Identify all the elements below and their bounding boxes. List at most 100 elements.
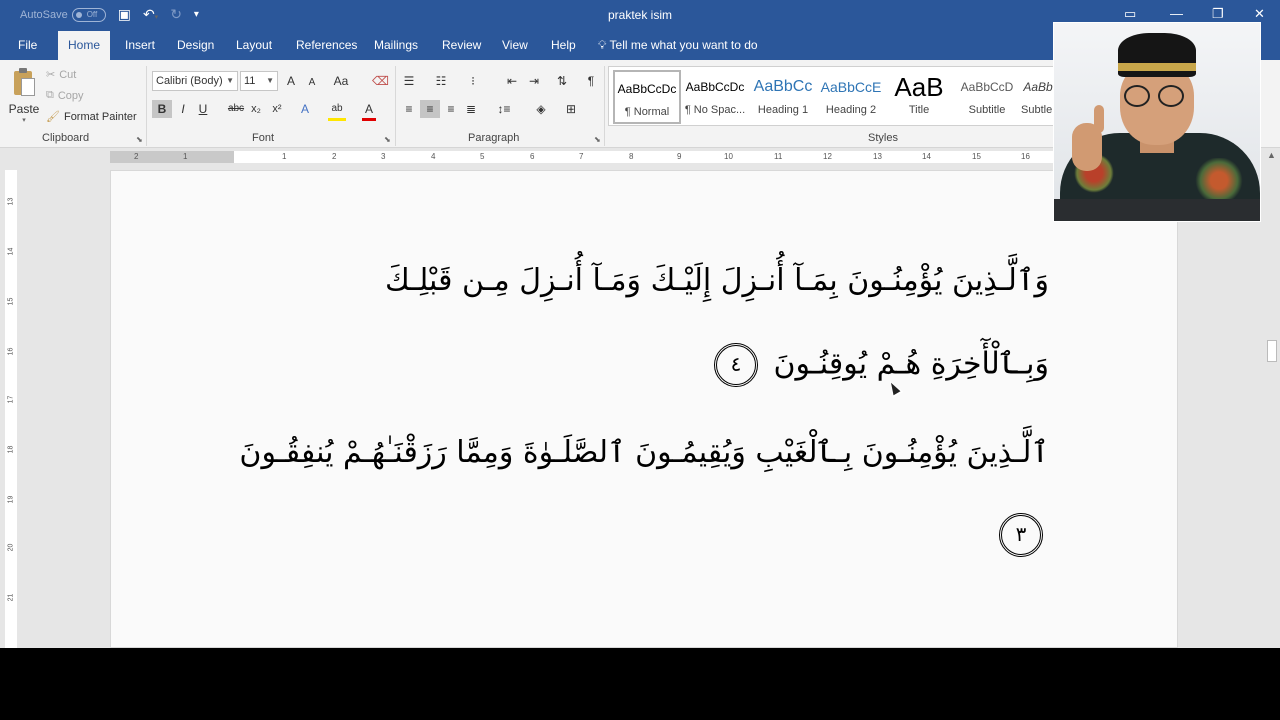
ruler-number: 7 xyxy=(579,152,584,161)
ruler-number: 15 xyxy=(972,152,981,161)
ruler-number: 11 xyxy=(774,152,783,161)
align-right-icon[interactable]: ≡ xyxy=(442,100,460,118)
vruler-number: 18 xyxy=(7,445,15,454)
cut-button[interactable]: ✂ Cut xyxy=(46,68,76,82)
shading-icon[interactable]: ◈ xyxy=(532,100,550,118)
style-heading-1[interactable]: AaBbCc Heading 1 xyxy=(749,70,817,124)
justify-icon[interactable]: ≣ xyxy=(462,100,480,118)
tab-references[interactable]: References xyxy=(286,31,367,60)
sort-icon[interactable]: ⇅ xyxy=(554,72,570,90)
ruler-number: 2 xyxy=(332,152,337,161)
font-color-button[interactable]: A xyxy=(362,100,376,121)
text-effects-button[interactable]: A xyxy=(298,100,312,118)
italic-button[interactable]: I xyxy=(176,100,190,118)
ruler-number: 1 xyxy=(282,152,287,161)
font-launcher-icon[interactable]: ⬊ xyxy=(384,135,391,144)
font-name-combo[interactable]: Calibri (Body) ▼ xyxy=(152,71,238,91)
subscript-button[interactable]: x₂ xyxy=(249,100,263,118)
shrink-font-button[interactable]: A xyxy=(306,74,318,92)
arabic-text: وَبِـٱلْأٓخِرَةِ هُـمْ يُوقِنُـونَ xyxy=(773,346,1049,382)
font-size-combo[interactable]: 11 ▼ xyxy=(240,71,278,91)
style-subtle-emphasis[interactable]: AaBb Subtle... xyxy=(1021,70,1055,124)
grow-font-button[interactable]: A xyxy=(284,72,298,90)
tab-help[interactable]: Help xyxy=(541,31,586,60)
superscript-button[interactable]: x² xyxy=(270,100,284,118)
tab-layout[interactable]: Layout xyxy=(226,31,282,60)
vruler-number: 16 xyxy=(7,347,15,356)
tab-review[interactable]: Review xyxy=(432,31,491,60)
clipboard-launcher-icon[interactable]: ⬊ xyxy=(136,135,143,144)
ribbon-display-icon[interactable]: ▭ xyxy=(1124,6,1136,22)
tell-me-search[interactable]: 💡︎ Tell me what you want to do xyxy=(598,31,758,60)
vertical-scrollbar[interactable]: ▲ xyxy=(1264,148,1280,648)
align-left-icon[interactable]: ≡ xyxy=(400,100,418,118)
pilcrow-icon[interactable]: ¶ xyxy=(584,72,598,90)
styles-gallery: AaBbCcDc ¶ Normal AaBbCcDc ¶ No Spac... … xyxy=(608,66,1055,126)
minimize-icon[interactable]: — xyxy=(1170,6,1183,21)
style-sample: AaBbCcD xyxy=(960,80,1014,94)
vruler-number: 21 xyxy=(7,593,15,602)
restore-icon[interactable]: ❐ xyxy=(1212,6,1224,22)
style-name: Subtle... xyxy=(1021,104,1055,116)
multilevel-list-icon[interactable]: ⁝ xyxy=(464,72,482,90)
horizontal-ruler[interactable]: 2 1 1 2 3 4 5 6 7 8 9 10 11 12 13 14 15 … xyxy=(110,151,1054,163)
copy-label: Copy xyxy=(57,89,84,102)
style-normal[interactable]: AaBbCcDc ¶ Normal xyxy=(613,70,681,124)
font-name-value: Calibri (Body) xyxy=(156,75,223,87)
ruler-number: 4 xyxy=(431,152,436,161)
highlight-button[interactable]: ab xyxy=(328,100,346,121)
document-page[interactable]: وَٱلَّـذِينَ يُؤْمِنُـونَ بِمَـآ أُنـزِل… xyxy=(110,170,1178,648)
align-center-icon[interactable]: ≡ xyxy=(420,100,440,118)
tab-mailings[interactable]: Mailings xyxy=(364,31,428,60)
paste-button[interactable]: Paste ▾ xyxy=(8,66,40,128)
change-case-button[interactable]: Aa xyxy=(330,72,352,90)
bold-button[interactable]: B xyxy=(152,100,172,118)
strikethrough-button[interactable]: abc xyxy=(226,100,246,118)
style-name: Heading 1 xyxy=(757,104,809,116)
vertical-ruler[interactable]: 13 14 15 16 17 18 19 20 21 xyxy=(5,170,17,648)
tab-insert[interactable]: Insert xyxy=(115,31,165,60)
increase-indent-icon[interactable]: ⇥ xyxy=(526,72,542,90)
style-name: ¶ Normal xyxy=(624,106,670,118)
tab-file[interactable]: File xyxy=(8,31,47,60)
bullets-icon[interactable]: ☰ xyxy=(400,72,418,90)
style-sample: AaB xyxy=(894,72,944,102)
tab-view[interactable]: View xyxy=(492,31,538,60)
borders-icon[interactable]: ⊞ xyxy=(562,100,580,118)
style-name: Heading 2 xyxy=(825,104,877,116)
ruler-number: 3 xyxy=(381,152,386,161)
close-icon[interactable]: ✕ xyxy=(1254,6,1265,22)
style-subtitle[interactable]: AaBbCcD Subtitle xyxy=(953,70,1021,124)
ruler-margin xyxy=(110,151,234,163)
decrease-indent-icon[interactable]: ⇤ xyxy=(504,72,520,90)
clear-formatting-icon[interactable]: ⌫ xyxy=(372,72,389,90)
paste-dropdown-icon[interactable]: ▾ xyxy=(8,116,40,124)
style-name: Subtitle xyxy=(968,104,1006,116)
underline-button[interactable]: U xyxy=(196,100,210,118)
style-heading-2[interactable]: AaBbCcE Heading 2 xyxy=(817,70,885,124)
numbering-icon[interactable]: ☷ xyxy=(432,72,450,90)
ruler-number: 13 xyxy=(873,152,882,161)
vruler-number: 14 xyxy=(7,247,15,256)
brush-icon: 🖌︎ xyxy=(46,111,60,123)
copy-button[interactable]: ⧉ Copy xyxy=(46,89,84,102)
ruler-number: 12 xyxy=(823,152,832,161)
style-no-spacing[interactable]: AaBbCcDc ¶ No Spac... xyxy=(681,70,749,124)
style-title[interactable]: AaB Title xyxy=(885,70,953,124)
lightbulb-icon: 💡︎ xyxy=(598,38,607,52)
tab-home[interactable]: Home xyxy=(58,31,111,61)
format-painter-button[interactable]: 🖌︎ Format Painter xyxy=(46,110,137,124)
ruler-number: 2 xyxy=(134,152,139,161)
scroll-thumb[interactable] xyxy=(1267,340,1277,362)
font-group-label: Font xyxy=(252,132,275,144)
chevron-down-icon: ▼ xyxy=(226,76,234,85)
ayah-number-marker: ٣ xyxy=(999,513,1043,557)
tell-me-label: Tell me what you want to do xyxy=(609,38,758,52)
scroll-up-icon[interactable]: ▲ xyxy=(1267,150,1276,160)
paragraph-launcher-icon[interactable]: ⬊ xyxy=(594,135,601,144)
line-spacing-icon[interactable]: ↕≡ xyxy=(494,100,514,118)
format-painter-label: Format Painter xyxy=(63,110,137,123)
ruler-number: 14 xyxy=(922,152,931,161)
word-window: AutoSave Off ▣ ↶▾ ↻ ▾ praktek isim ▭ — ❐… xyxy=(0,0,1280,648)
tab-design[interactable]: Design xyxy=(167,31,224,60)
